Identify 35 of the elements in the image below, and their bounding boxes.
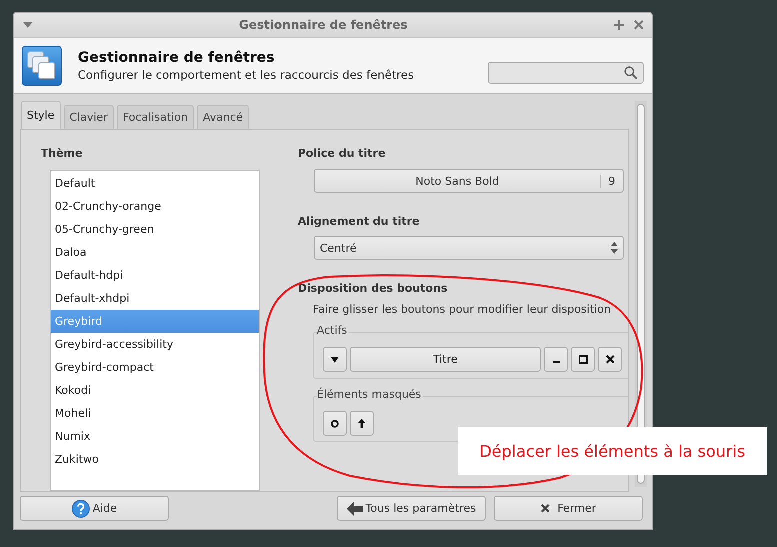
tab[interactable]: Avancé <box>197 105 250 129</box>
theme-item[interactable]: 05-Crunchy-green <box>51 218 259 241</box>
dialog-button[interactable]: Aide <box>20 496 169 521</box>
title-alignment-label: Alignement du titre <box>298 215 421 228</box>
tab[interactable]: Style <box>21 101 61 129</box>
theme-item[interactable]: Numix <box>51 425 259 448</box>
theme-label: Thème <box>41 147 84 160</box>
theme-item[interactable]: Daloa <box>51 241 259 264</box>
theme-item[interactable]: Default-xhdpi <box>51 287 259 310</box>
button-layout-label: Disposition des boutons <box>298 282 449 295</box>
theme-item[interactable]: Moheli <box>51 402 259 425</box>
window-title: Gestionnaire de fenêtres <box>238 18 409 32</box>
dialog-button[interactable]: Fermer <box>494 496 643 521</box>
annotation-tooltip: Déplacer les éléments à la souris <box>458 427 767 475</box>
font-size: 9 <box>600 174 623 188</box>
theme-item[interactable]: Zukitwo <box>51 448 259 471</box>
theme-item[interactable]: Greybird-accessibility <box>51 333 259 356</box>
dialog-button[interactable]: Tous les paramètres <box>337 496 486 521</box>
tab[interactable]: Clavier <box>64 105 114 129</box>
button-layout-hint: Faire glisser les boutons pour modifier leur disposition <box>313 303 612 316</box>
hidden-label: Éléments masqués <box>317 388 424 401</box>
theme-item[interactable]: Greybird-compact <box>51 356 259 379</box>
header-subtitle: Configurer le comportement et les raccourcis des fenêtres <box>78 68 416 82</box>
alignment-dropdown[interactable]: Centré <box>314 236 624 260</box>
font-name: Noto Sans Bold <box>414 174 500 188</box>
title-font-label: Police du titre <box>298 147 387 160</box>
theme-item[interactable]: Default-hdpi <box>51 264 259 287</box>
header-title: Gestionnaire de fenêtres <box>78 50 276 66</box>
theme-item[interactable]: 02-Crunchy-orange <box>51 195 259 218</box>
theme-item[interactable]: Default <box>51 172 259 195</box>
title-button[interactable]: Titre <box>350 347 541 372</box>
tab[interactable]: Focalisation <box>116 105 194 129</box>
active-label: Actifs <box>317 324 350 337</box>
font-button[interactable]: Noto Sans Bold 9 <box>314 169 624 193</box>
theme-item[interactable]: Kokodi <box>51 379 259 402</box>
